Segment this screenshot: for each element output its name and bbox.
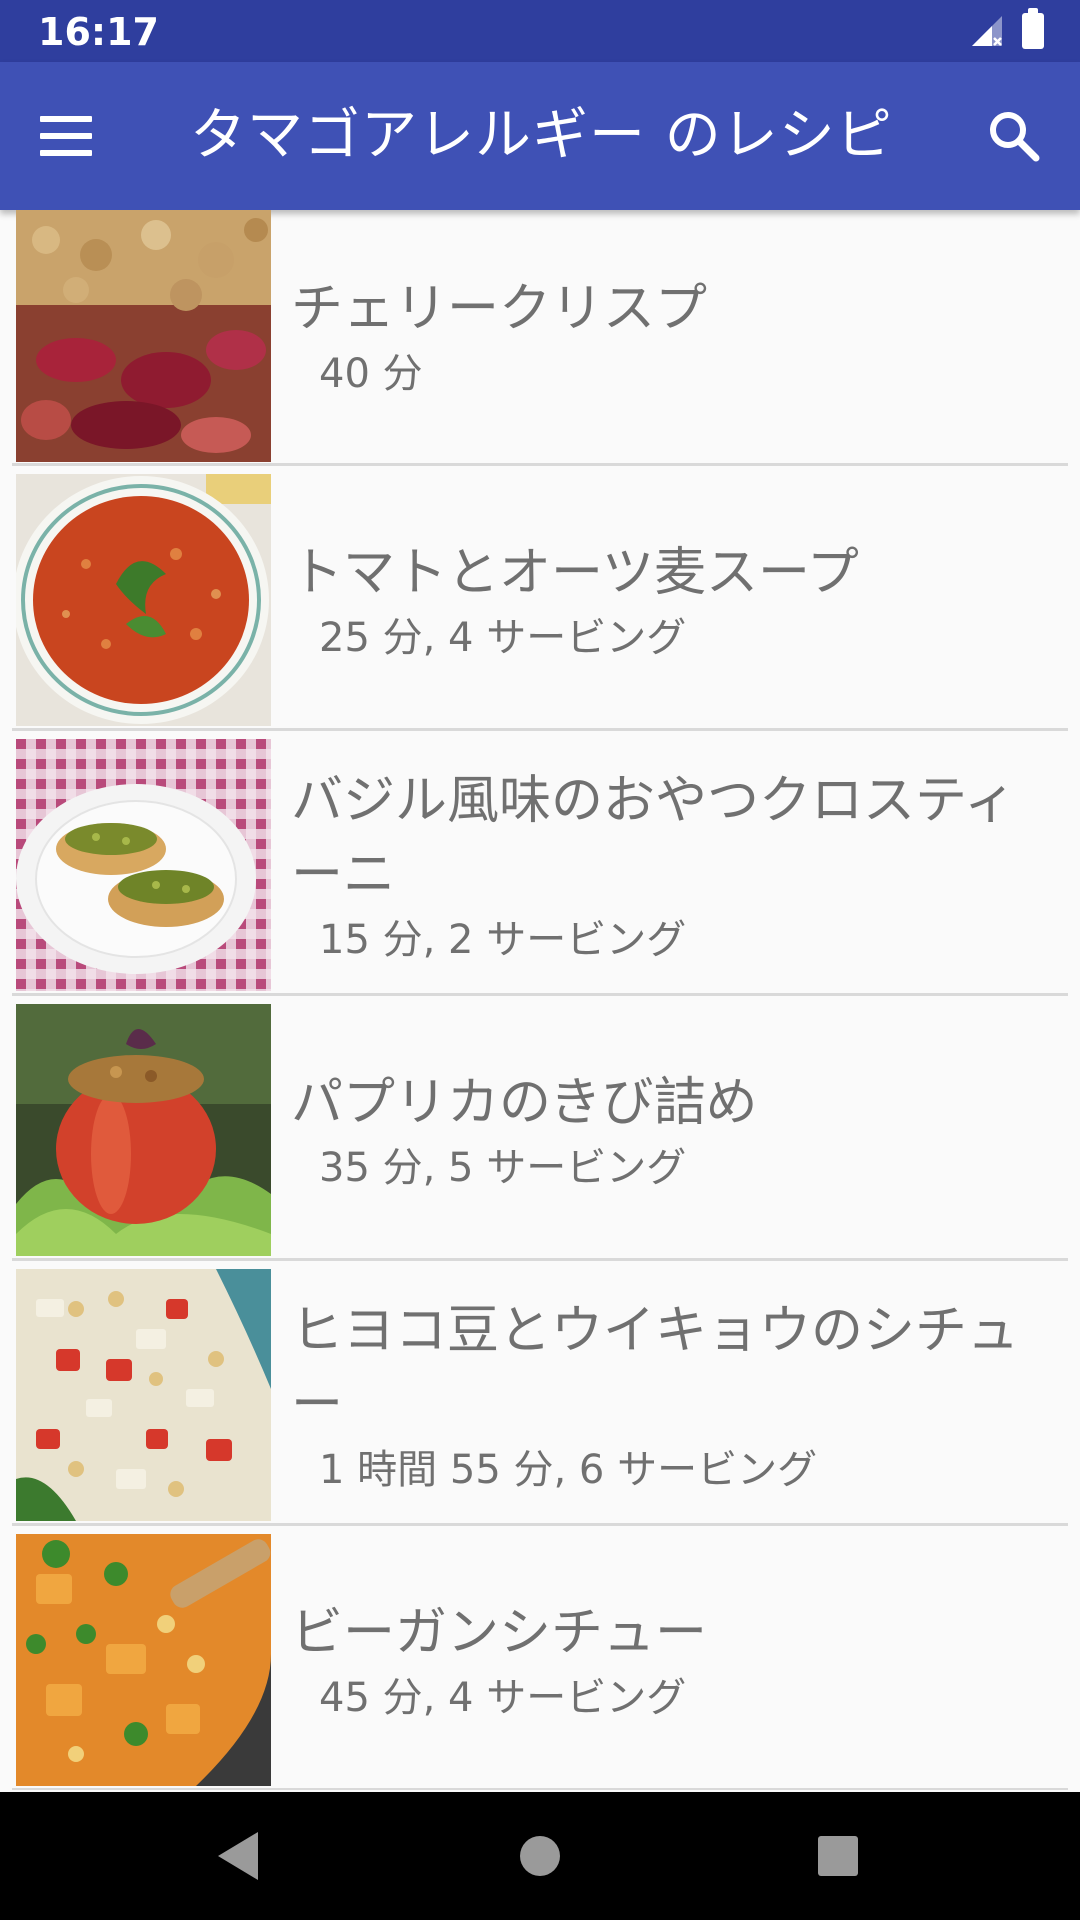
- home-icon[interactable]: [520, 1836, 560, 1876]
- recipe-title: ヒヨコ豆とウイキョウのシチュー: [291, 1301, 1020, 1435]
- recipe-row[interactable]: ヒヨコ豆とウイキョウのシチュー 1 時間 55 分, 6 サービング: [12, 1261, 1068, 1526]
- navigation-bar: [0, 1792, 1080, 1920]
- recipe-title: ビーガンシチュー: [291, 1603, 708, 1663]
- recipe-thumbnail: [16, 739, 271, 991]
- recipe-thumbnail: [16, 1269, 271, 1521]
- status-bar: 16:17: [0, 0, 1080, 62]
- recipe-text: トマトとオーツ麦スープ 25 分, 4 サービング: [271, 474, 1068, 728]
- back-icon[interactable]: [218, 1832, 258, 1880]
- signal-icon: [972, 16, 1002, 46]
- recipe-meta: 15 分, 2 サービング: [319, 917, 687, 963]
- recipe-text: バジル風味のおやつクロスティーニ 15 分, 2 サービング: [271, 739, 1068, 993]
- recipe-meta: 25 分, 4 サービング: [319, 615, 687, 661]
- recipe-text: パプリカのきび詰め 35 分, 5 サービング: [271, 1004, 1068, 1258]
- recipe-title: トマトとオーツ麦スープ: [291, 543, 859, 603]
- recipe-row[interactable]: ビーガンシチュー 45 分, 4 サービング: [12, 1526, 1068, 1790]
- recipe-thumbnail: [16, 1004, 271, 1256]
- recipe-thumbnail: [16, 210, 271, 462]
- recipe-title: パプリカのきび詰め: [291, 1073, 758, 1133]
- recipe-meta: 1 時間 55 分, 6 サービング: [319, 1447, 818, 1493]
- recipe-meta: 40 分: [319, 350, 423, 397]
- page-title: タマゴアレルギー のレシピ: [190, 103, 893, 168]
- menu-icon[interactable]: [40, 108, 102, 164]
- recipe-row[interactable]: トマトとオーツ麦スープ 25 分, 4 サービング: [12, 466, 1068, 731]
- recipe-meta: 45 分, 4 サービング: [319, 1675, 687, 1721]
- app-bar: タマゴアレルギー のレシピ: [0, 62, 1080, 210]
- recipe-row[interactable]: パプリカのきび詰め 35 分, 5 サービング: [12, 996, 1068, 1261]
- recipe-text: ビーガンシチュー 45 分, 4 サービング: [271, 1534, 1068, 1788]
- status-time: 16:17: [38, 10, 159, 54]
- recipe-text: チェリークリスプ 40 分: [271, 210, 1068, 463]
- recipe-thumbnail: [16, 474, 271, 726]
- recipe-meta: 35 分, 5 サービング: [319, 1145, 687, 1191]
- search-icon[interactable]: [984, 106, 1044, 166]
- status-icons: [970, 8, 1044, 50]
- battery-icon: [1022, 8, 1044, 49]
- recipe-title: バジル風味のおやつクロスティーニ: [291, 771, 1016, 905]
- recipe-row[interactable]: チェリークリスプ 40 分: [12, 210, 1068, 466]
- recent-apps-icon[interactable]: [818, 1836, 858, 1876]
- recipe-text: ヒヨコ豆とウイキョウのシチュー 1 時間 55 分, 6 サービング: [271, 1269, 1068, 1523]
- recipe-row[interactable]: バジル風味のおやつクロスティーニ 15 分, 2 サービング: [12, 731, 1068, 996]
- recipe-list[interactable]: チェリークリスプ 40 分 トマトとオーツ麦スープ 25 分, 4 サービング: [0, 210, 1080, 1790]
- recipe-title: チェリークリスプ: [291, 278, 708, 339]
- recipe-thumbnail: [16, 1534, 271, 1786]
